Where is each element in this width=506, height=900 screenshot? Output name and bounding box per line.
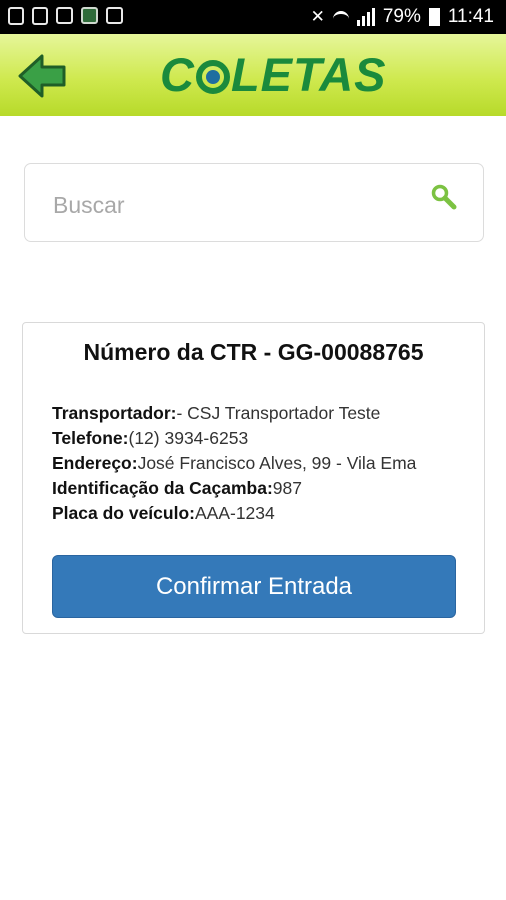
detail-label: Endereço: [52, 453, 138, 473]
app-logo: C LETAS [160, 44, 387, 104]
battery-percent: 79% [382, 6, 421, 27]
battery-icon [428, 8, 440, 26]
app-header: C LETAS [0, 34, 506, 116]
detail-label: Telefone: [52, 428, 129, 448]
clock: 11:41 [447, 6, 494, 27]
ctr-card: Número da CTR - GG-00088765 Transportado… [22, 322, 485, 634]
logo-recycle-icon [195, 60, 230, 94]
notification-icons [8, 7, 123, 25]
system-status: ✕ 79% 11:41 [311, 6, 494, 28]
confirm-entry-button[interactable]: Confirmar Entrada [52, 555, 456, 618]
search-bar [24, 163, 484, 242]
detail-row-telefone: Telefone:(12) 3934-6253 [52, 426, 416, 451]
detail-row-placa: Placa do veículo:AAA-1234 [52, 501, 416, 526]
notification-icon [8, 7, 24, 25]
detail-row-endereco: Endereço:José Francisco Alves, 99 - Vila… [52, 451, 416, 476]
image-icon [32, 7, 48, 25]
detail-row-cacamba: Identificação da Caçamba:987 [52, 476, 416, 501]
logo-suffix: LETAS [230, 47, 387, 101]
search-icon[interactable] [431, 184, 457, 210]
detail-value: 987 [272, 478, 302, 498]
mute-icon: ✕ [310, 7, 325, 26]
detail-label: Identificação da Caçamba: [52, 478, 273, 498]
wifi-icon [332, 9, 349, 25]
detail-label: Placa do veículo: [52, 503, 195, 523]
signal-icon [356, 8, 375, 26]
arrow-left-icon [18, 54, 66, 98]
ctr-number-title: Número da CTR - GG-00088765 [83, 339, 424, 365]
search-input[interactable] [51, 186, 415, 224]
detail-value: José Francisco Alves, 99 - Vila Ema [137, 453, 417, 473]
ctr-details: Transportador:- CSJ Transportador Teste … [52, 401, 416, 526]
detail-row-transportador: Transportador:- CSJ Transportador Teste [52, 401, 416, 426]
gallery-icon [106, 7, 123, 24]
detail-value: - CSJ Transportador Teste [176, 403, 381, 423]
app-icon [81, 7, 98, 24]
detail-value: (12) 3934-6253 [128, 428, 249, 448]
status-bar: ✕ 79% 11:41 [0, 0, 506, 34]
detail-label: Transportador: [52, 403, 177, 423]
logo-prefix: C [160, 47, 195, 101]
back-button[interactable] [18, 54, 68, 98]
detail-value: AAA-1234 [194, 503, 275, 523]
download-icon [56, 7, 73, 24]
